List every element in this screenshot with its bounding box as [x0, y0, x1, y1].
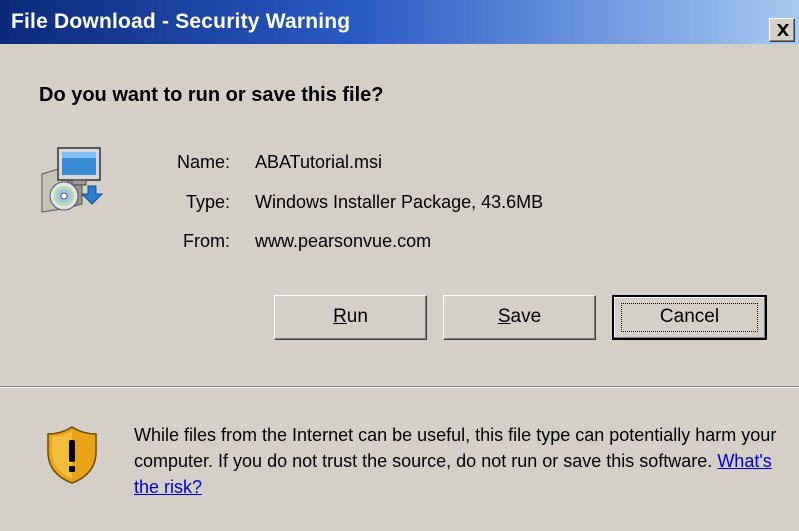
run-mnemonic: R [333, 306, 347, 327]
warning-message: While files from the Internet can be use… [134, 422, 784, 500]
from-value: www.pearsonvue.com [255, 231, 432, 251]
cancel-button[interactable]: Cancel [612, 295, 767, 340]
focus-ring [621, 303, 758, 332]
save-button[interactable]: Save [443, 295, 596, 340]
name-value: ABATutorial.msi [255, 152, 383, 172]
type-label: Type: [185, 192, 230, 212]
from-label: From: [183, 231, 230, 251]
close-button[interactable] [769, 18, 795, 42]
save-mnemonic: S [497, 306, 511, 327]
close-icon [777, 24, 789, 36]
security-shield-warning-icon [47, 426, 97, 484]
name-label: Name: [176, 152, 230, 172]
separator-highlight [0, 387, 799, 388]
run-button[interactable]: Run [274, 295, 427, 340]
title-bar[interactable]: File Download - Security Warning [0, 0, 799, 44]
save-label-rest: ave [510, 306, 542, 327]
dialog-question: Do you want to run or save this file? [39, 84, 384, 106]
warning-text: While files from the Internet can be use… [134, 425, 777, 471]
type-value: Windows Installer Package, 43.6MB [255, 192, 544, 212]
run-label-rest: un [346, 306, 368, 327]
window-title: File Download - Security Warning [11, 10, 351, 33]
